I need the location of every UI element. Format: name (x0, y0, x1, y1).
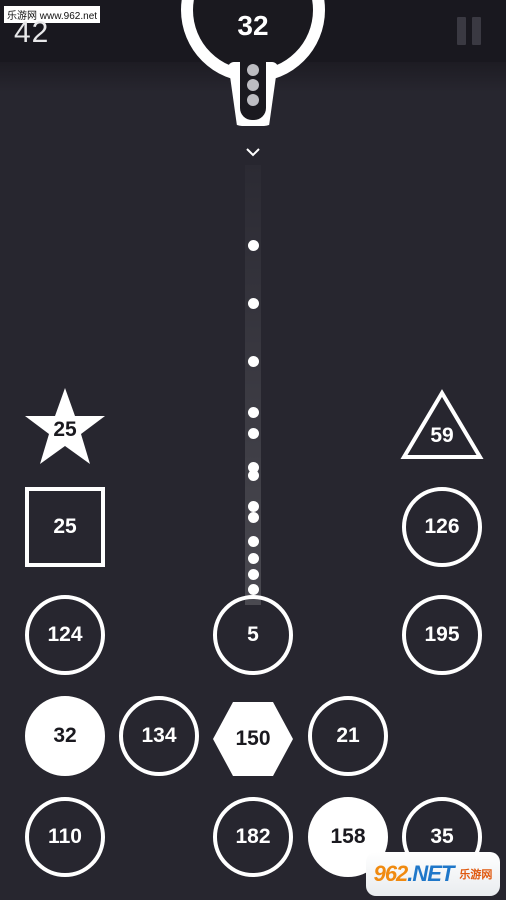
watermark-logo-text: 962.NET (373, 861, 455, 886)
ball (248, 569, 259, 580)
block-circle: 110 (25, 797, 105, 877)
block-circle: 124 (25, 595, 105, 675)
block-value: 195 (424, 623, 460, 646)
ball (248, 356, 259, 367)
block-circle: 134 (119, 696, 199, 776)
block-value: 158 (330, 825, 366, 848)
ball (248, 536, 259, 547)
ball (248, 240, 259, 251)
ball (248, 407, 259, 418)
ball (248, 470, 259, 481)
block-circle-filled: 32 (25, 696, 105, 776)
block-circle: 126 (402, 487, 482, 567)
block-value: 25 (53, 418, 77, 441)
block-triangle: 59 (399, 385, 485, 471)
ball (248, 428, 259, 439)
block-hexagon: 150 (210, 696, 296, 782)
block-value: 126 (424, 515, 460, 538)
block-value: 110 (48, 825, 82, 848)
pause-button[interactable] (457, 17, 483, 45)
block-value: 150 (235, 727, 271, 750)
block-circle: 5 (213, 595, 293, 675)
block-value: 35 (430, 825, 454, 848)
pause-icon (457, 17, 466, 45)
block-value: 182 (235, 825, 271, 848)
watermark-logo: 962.NET 乐游网 (366, 852, 500, 896)
block-value: 124 (47, 623, 83, 646)
block-value: 21 (336, 724, 360, 747)
score-counter: 42 (14, 16, 50, 49)
watermark-caption: 乐游网 (459, 869, 493, 881)
block-circle: 21 (308, 696, 388, 776)
block-value: 32 (53, 724, 77, 747)
block-value: 59 (430, 424, 454, 447)
ball (248, 584, 259, 595)
block-circle: 195 (402, 595, 482, 675)
block-circle: 182 (213, 797, 293, 877)
ball (248, 512, 259, 523)
ball (248, 298, 259, 309)
ball-count: 32 (237, 10, 269, 41)
queued-ball (247, 79, 259, 91)
block-value: 134 (141, 724, 177, 747)
chevron-down-icon (244, 146, 262, 160)
ball (248, 501, 259, 512)
queued-ball (247, 94, 259, 106)
block-value: 25 (53, 515, 77, 538)
block-star: 25 (22, 385, 108, 471)
block-square: 25 (25, 487, 105, 567)
queued-ball (247, 64, 259, 76)
ball (248, 553, 259, 564)
pause-icon (472, 17, 481, 45)
block-value: 5 (247, 623, 259, 646)
